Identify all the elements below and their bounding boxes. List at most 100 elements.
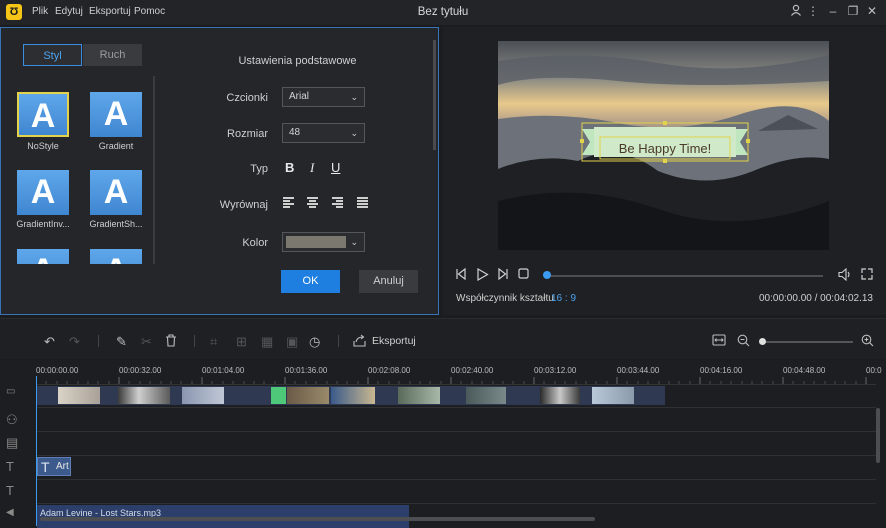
chevron-down-icon: ⌄: [350, 237, 358, 247]
italic-button[interactable]: I: [310, 160, 314, 176]
text-clip-icon: T: [41, 459, 50, 475]
aspect-ratio-label: Współczynnik kształtu: [456, 293, 554, 304]
style-tile-label: GradientSh...: [89, 219, 143, 229]
text-clip-label: Art: [56, 461, 69, 472]
ok-button[interactable]: OK: [281, 270, 340, 293]
font-label: Czcionki: [226, 92, 268, 104]
timeline-vertical-scrollbar[interactable]: [876, 408, 880, 463]
align-justify-icon[interactable]: [357, 197, 368, 208]
size-value: 48: [289, 127, 301, 138]
text-clip[interactable]: T Art: [37, 457, 71, 476]
ruler-tick-label: 00:0: [866, 366, 882, 375]
zoom-out-icon[interactable]: [737, 334, 750, 350]
aspect-ratio-value[interactable]: 16 : 9: [551, 293, 576, 304]
next-frame-icon[interactable]: [497, 267, 509, 283]
align-left-icon[interactable]: [283, 197, 294, 208]
fullscreen-icon[interactable]: [861, 268, 873, 283]
delete-icon[interactable]: [165, 334, 177, 350]
seek-handle[interactable]: [543, 271, 551, 279]
font-value: Arial: [289, 91, 310, 102]
time-readout: 00:00:00.00 / 00:04:02.13: [759, 293, 873, 304]
crop-icon[interactable]: ⌗: [210, 334, 217, 350]
cut-icon[interactable]: ✂: [141, 334, 152, 350]
size-select[interactable]: 48 ⌄: [282, 123, 365, 143]
video-track-icon: ▭: [6, 386, 16, 397]
mosaic-icon[interactable]: ▦: [261, 334, 273, 350]
undo-icon[interactable]: ↶: [44, 334, 55, 350]
ruler-tick-label: 00:04:48.00: [783, 366, 826, 375]
style-tile-gradient[interactable]: A: [90, 92, 142, 137]
zoom-slider[interactable]: [765, 341, 853, 343]
minimize-icon[interactable]: –: [826, 4, 840, 18]
clip-thumbnail: [118, 387, 170, 404]
color-select[interactable]: ⌄: [282, 232, 365, 252]
clip-thumbnail: [592, 387, 634, 404]
divider: [194, 335, 195, 347]
align-right-icon[interactable]: [332, 197, 343, 208]
style-tile-gradient-inverse[interactable]: A: [17, 170, 69, 215]
font-select[interactable]: Arial ⌄: [282, 87, 365, 107]
clip-thumbnail: [182, 387, 224, 404]
caption-text[interactable]: Be Happy Time!: [600, 138, 730, 160]
redo-icon[interactable]: ↷: [69, 334, 80, 350]
zoom-icon[interactable]: ⊞: [236, 334, 247, 350]
ruler-tick-label: 00:00:00.00: [36, 366, 79, 375]
underline-button[interactable]: U: [331, 160, 340, 175]
style-tile-partial[interactable]: A: [17, 249, 69, 264]
style-tile-nostyle[interactable]: A: [17, 92, 69, 137]
tab-motion[interactable]: Ruch: [83, 44, 142, 66]
clip-thumbnail: [398, 387, 440, 404]
export-icon[interactable]: [353, 334, 366, 350]
video-preview[interactable]: Be Happy Time!: [498, 41, 829, 250]
export-button[interactable]: Eksportuj: [372, 335, 416, 347]
zoom-in-icon[interactable]: [861, 334, 874, 350]
previous-frame-icon[interactable]: [455, 267, 467, 283]
edit-toolbar: [0, 318, 886, 359]
chevron-down-icon: ⌄: [350, 92, 358, 102]
ruler-tick-label: 00:03:44.00: [617, 366, 660, 375]
style-tile-label: NoStyle: [27, 141, 59, 151]
chevron-down-icon: ⌄: [350, 128, 358, 138]
bold-button[interactable]: B: [285, 160, 294, 175]
text-track-2[interactable]: [36, 480, 876, 504]
settings-scrollbar[interactable]: [433, 40, 436, 150]
text-track[interactable]: [36, 456, 876, 480]
align-center-icon[interactable]: [307, 197, 318, 208]
freeze-icon[interactable]: ▣: [286, 334, 298, 350]
stop-icon[interactable]: [518, 268, 529, 282]
clip-thumbnail: [331, 387, 375, 404]
tab-style[interactable]: Styl: [23, 44, 82, 66]
more-icon[interactable]: ⋮: [806, 4, 820, 18]
filter-track-icon: ▤: [6, 435, 19, 450]
ruler-tick-label: 00:04:16.00: [700, 366, 743, 375]
clip-thumbnail: [466, 387, 506, 404]
restore-icon[interactable]: ❐: [846, 4, 860, 18]
filter-track[interactable]: [36, 432, 876, 456]
audio-track-icon: ◀: [6, 507, 14, 518]
divider: [98, 335, 99, 347]
style-tile-gradient-shadow[interactable]: A: [90, 170, 142, 215]
speed-icon[interactable]: ◷: [309, 334, 320, 350]
cancel-button[interactable]: Anuluj: [359, 270, 418, 293]
play-icon[interactable]: [476, 267, 489, 284]
user-icon[interactable]: [789, 4, 803, 18]
ruler-tick-label: 00:02:08.00: [368, 366, 411, 375]
style-tile-label: GradientInv...: [16, 219, 70, 229]
volume-icon[interactable]: [838, 267, 852, 284]
style-tile-partial[interactable]: A: [90, 249, 142, 264]
close-icon[interactable]: ✕: [865, 4, 879, 18]
seek-bar[interactable]: [546, 275, 823, 277]
overlay-track[interactable]: [36, 408, 876, 432]
tiles-scrollbar[interactable]: [153, 76, 155, 264]
ruler-tick-label: 00:01:04.00: [202, 366, 245, 375]
window-title: Bez tytułu: [417, 6, 469, 18]
timeline-horizontal-scrollbar[interactable]: [40, 517, 595, 521]
ruler-tick-label: 00:00:32.00: [119, 366, 162, 375]
type-label: Typ: [250, 163, 268, 175]
edit-icon[interactable]: ✎: [116, 334, 127, 350]
fit-icon[interactable]: [712, 334, 726, 349]
zoom-slider-handle[interactable]: [759, 338, 766, 345]
color-label: Kolor: [242, 237, 268, 249]
clip-thumbnail: [287, 387, 329, 404]
playhead[interactable]: [36, 376, 37, 526]
